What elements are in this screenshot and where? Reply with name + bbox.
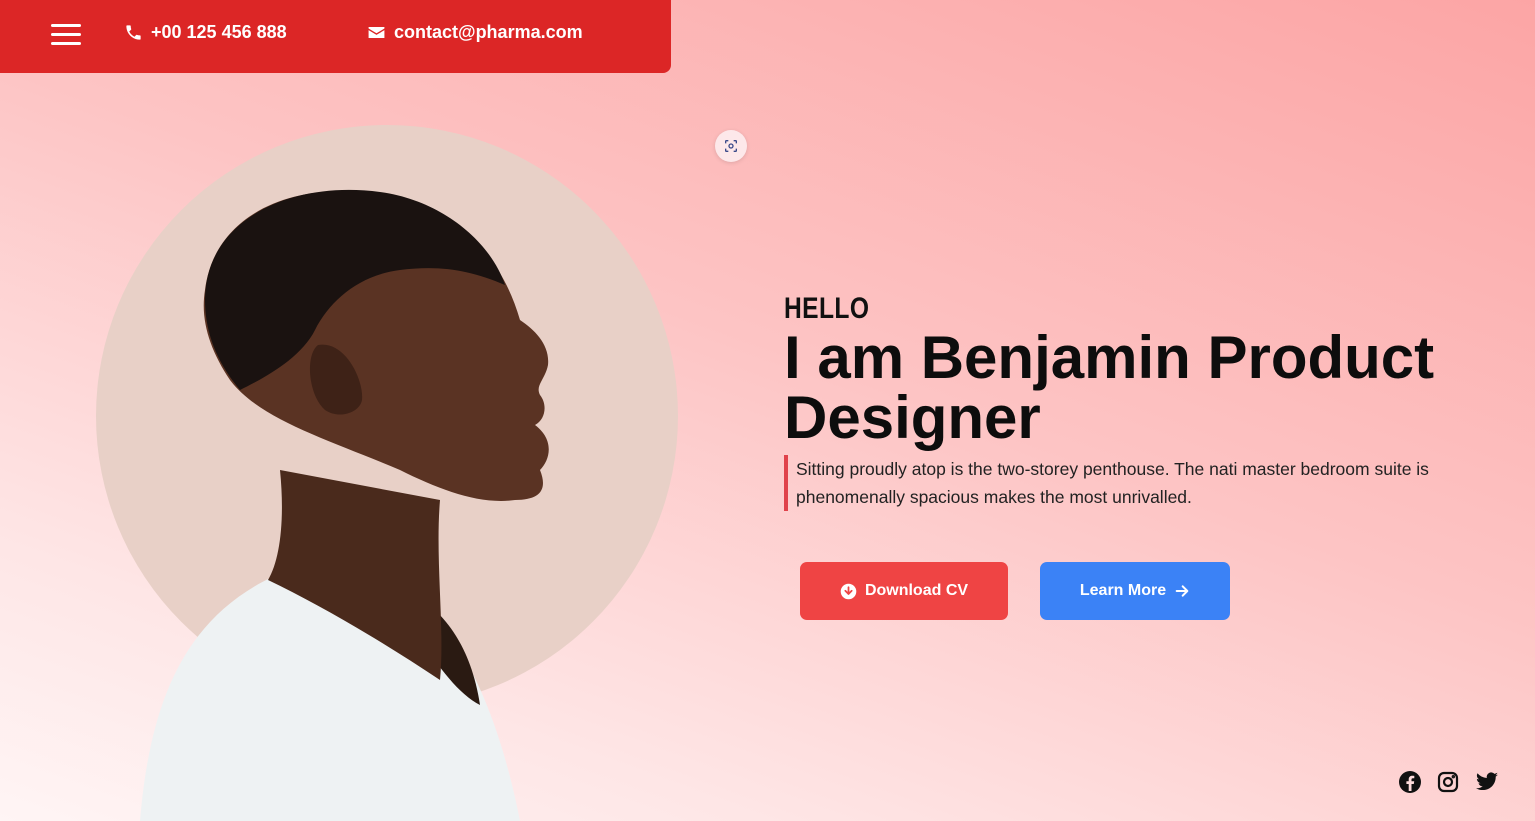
instagram-icon[interactable] [1436, 770, 1460, 794]
image-scan-button[interactable] [715, 130, 747, 162]
download-cv-label: Download CV [864, 582, 969, 599]
phone-icon [126, 25, 141, 40]
arrow-right-icon [1175, 585, 1189, 597]
scan-icon [725, 140, 737, 152]
download-circle-icon [840, 583, 857, 599]
hero-description: Sitting proudly atop is the two-storey p… [784, 455, 1456, 511]
twitter-icon[interactable] [1475, 770, 1499, 794]
hero-greeting: HELLO [784, 292, 870, 325]
download-cv-button[interactable]: Download CV [800, 562, 1008, 620]
top-contact-bar: +00 125 456 888 contact@pharma.com [0, 0, 671, 73]
phone-contact[interactable]: +00 125 456 888 [124, 22, 287, 43]
portrait-image [140, 189, 549, 821]
phone-number: +00 125 456 888 [151, 22, 287, 42]
facebook-icon[interactable] [1398, 770, 1422, 794]
learn-more-label: Learn More [1079, 582, 1167, 599]
email-address: contact@pharma.com [394, 22, 583, 42]
email-contact[interactable]: contact@pharma.com [367, 22, 583, 43]
hamburger-menu-icon[interactable] [51, 24, 81, 46]
hero-headline: I am Benjamin Product Designer [784, 324, 1435, 451]
envelope-icon [368, 26, 385, 39]
learn-more-button[interactable]: Learn More [1040, 562, 1230, 620]
